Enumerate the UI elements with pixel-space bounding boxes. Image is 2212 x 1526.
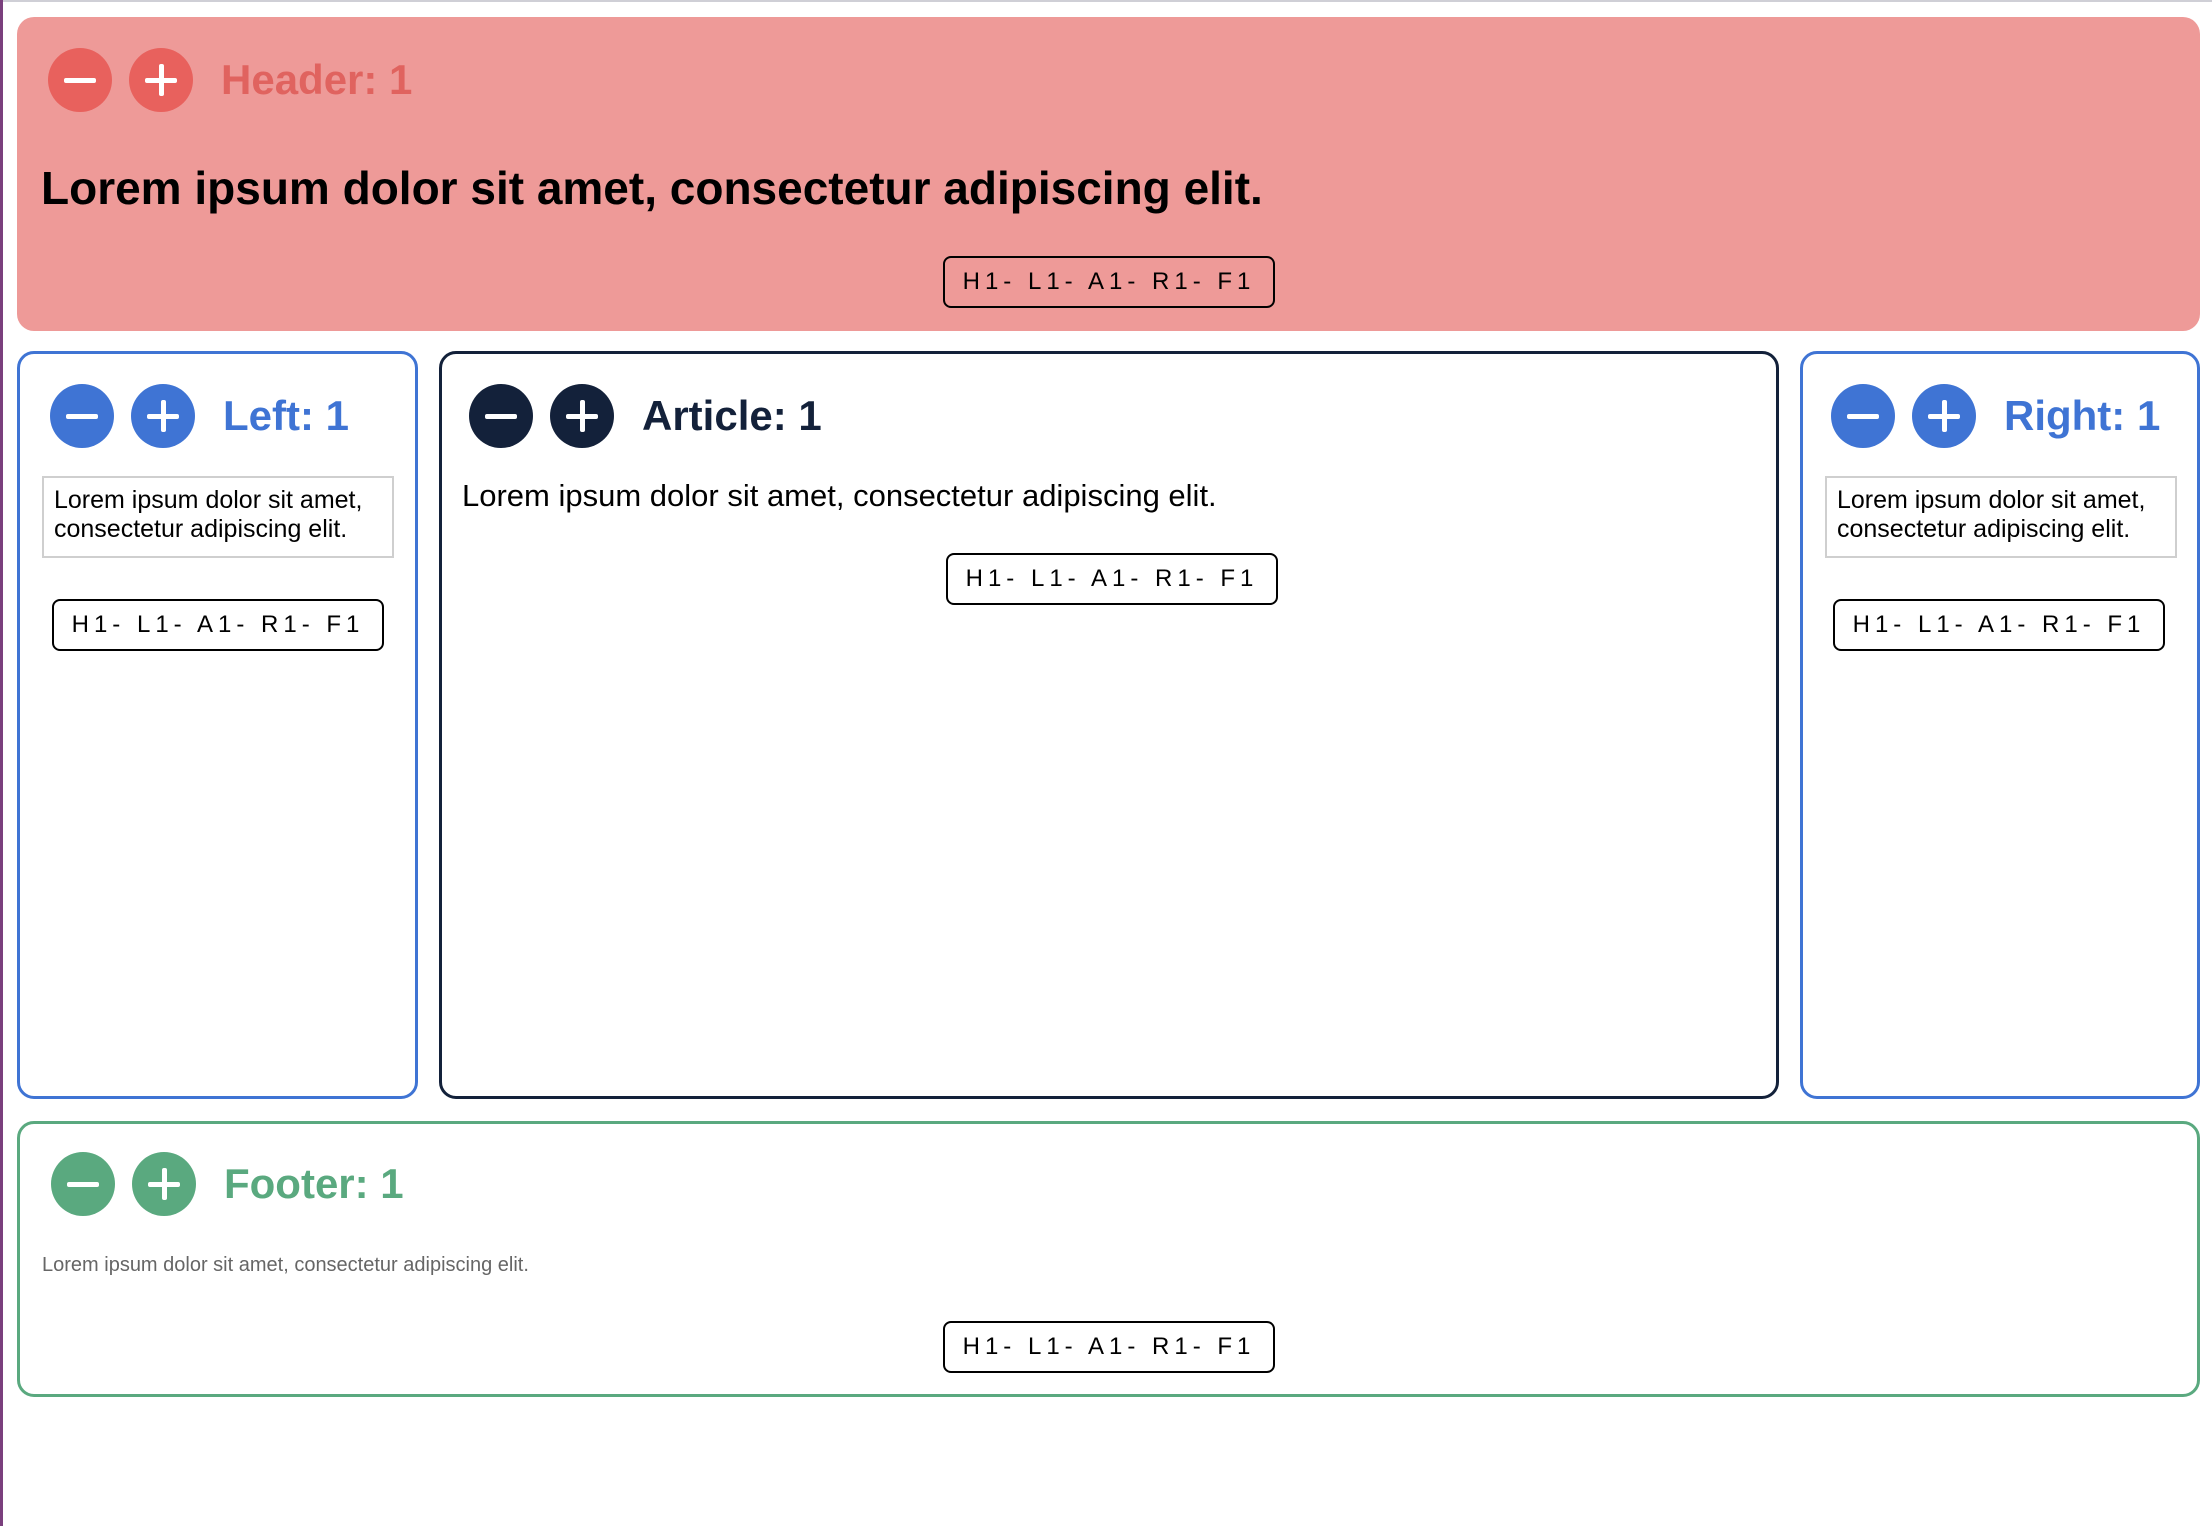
article-decrement-button[interactable] xyxy=(469,384,533,448)
footer-title: Footer: 1 xyxy=(224,1160,404,1207)
article-tag-button[interactable]: H1- L1- A1- R1- F1 xyxy=(946,553,1278,605)
minus-icon xyxy=(66,413,98,419)
article-controls: Article: 1 xyxy=(469,384,822,448)
footer-tag-button[interactable]: H1- L1- A1- R1- F1 xyxy=(943,1321,1275,1373)
right-controls: Right: 1 xyxy=(1831,384,2160,448)
minus-icon xyxy=(67,1181,99,1187)
footer-decrement-button[interactable] xyxy=(51,1152,115,1216)
left-title: Left: 1 xyxy=(223,392,349,439)
left-decrement-button[interactable] xyxy=(50,384,114,448)
article-increment-button[interactable] xyxy=(550,384,614,448)
window-top-edge xyxy=(0,0,2212,2)
header-controls: Header: 1 xyxy=(48,48,412,112)
left-tag-button[interactable]: H1- L1- A1- R1- F1 xyxy=(52,599,384,651)
footer-panel: Footer: 1 Lorem ipsum dolor sit amet, co… xyxy=(17,1121,2200,1397)
left-increment-button[interactable] xyxy=(131,384,195,448)
minus-icon xyxy=(485,413,517,419)
article-panel: Article: 1 Lorem ipsum dolor sit amet, c… xyxy=(439,351,1779,1099)
right-text-box: Lorem ipsum dolor sit amet, consectetur … xyxy=(1825,476,2177,558)
header-panel: Header: 1 Lorem ipsum dolor sit amet, co… xyxy=(17,17,2200,331)
right-panel: Right: 1 Lorem ipsum dolor sit amet, con… xyxy=(1800,351,2200,1099)
article-text: Lorem ipsum dolor sit amet, consectetur … xyxy=(462,478,1217,513)
right-title: Right: 1 xyxy=(2004,392,2161,439)
left-text-box: Lorem ipsum dolor sit amet, consectetur … xyxy=(42,476,394,558)
right-increment-button[interactable] xyxy=(1912,384,1976,448)
footer-controls: Footer: 1 xyxy=(51,1152,404,1216)
header-text: Lorem ipsum dolor sit amet, consectetur … xyxy=(41,162,1263,214)
footer-increment-button[interactable] xyxy=(132,1152,196,1216)
header-tag-button[interactable]: H1- L1- A1- R1- F1 xyxy=(943,256,1275,308)
window-left-edge xyxy=(0,0,3,1526)
right-decrement-button[interactable] xyxy=(1831,384,1895,448)
right-tag-button[interactable]: H1- L1- A1- R1- F1 xyxy=(1833,599,2165,651)
minus-icon xyxy=(1847,413,1879,419)
header-decrement-button[interactable] xyxy=(48,48,112,112)
left-controls: Left: 1 xyxy=(50,384,349,448)
minus-icon xyxy=(64,77,96,83)
footer-text: Lorem ipsum dolor sit amet, consectetur … xyxy=(42,1254,529,1276)
header-increment-button[interactable] xyxy=(129,48,193,112)
header-title: Header: 1 xyxy=(221,56,413,103)
left-panel: Left: 1 Lorem ipsum dolor sit amet, cons… xyxy=(17,351,418,1099)
article-title: Article: 1 xyxy=(642,392,822,439)
